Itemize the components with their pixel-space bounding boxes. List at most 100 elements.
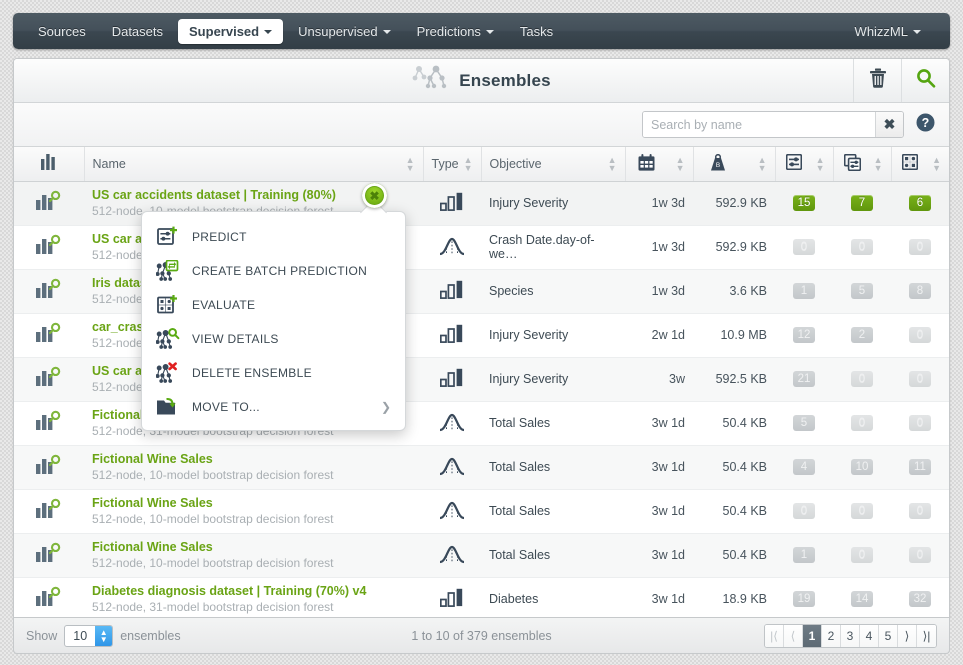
row-type-cell (423, 313, 481, 358)
page-5[interactable]: 5 (879, 624, 898, 647)
row-type-cell (423, 225, 481, 270)
row-name[interactable]: Fictional Wine Sales (92, 496, 415, 511)
classification-icon (439, 192, 464, 214)
table-row[interactable]: Fictional Wine Sales 512-node, 10-model b… (14, 533, 949, 578)
status-badge[interactable]: 5 (851, 283, 873, 299)
status-badge[interactable]: 19 (792, 591, 816, 607)
row-name-cell[interactable]: Fictional Wine Sales 512-node, 10-model b… (84, 489, 423, 534)
status-badge[interactable]: 12 (792, 327, 816, 343)
nav-item-unsupervised[interactable]: Unsupervised (287, 19, 402, 44)
column-header-evaluations[interactable]: ▲ ▼ (891, 147, 949, 182)
page-1[interactable]: 1 (803, 624, 822, 647)
row-objective-cell: Injury Severity (481, 313, 625, 358)
menu-item-delete-ensemble[interactable]: DELETE ENSEMBLE (142, 356, 405, 390)
row-icon-cell[interactable] (14, 181, 84, 226)
search-row: ✖ ? (14, 103, 949, 147)
status-badge[interactable]: 0 (909, 547, 931, 563)
column-header-name[interactable]: Name ▲ ▼ (84, 147, 424, 182)
status-badge[interactable]: 21 (792, 371, 816, 387)
first-page[interactable]: |⟨ (765, 624, 784, 647)
column-header-size[interactable]: B ▲ ▼ (693, 147, 776, 182)
status-badge[interactable]: 0 (793, 239, 815, 255)
status-badge[interactable]: 0 (851, 547, 873, 563)
page-4[interactable]: 4 (860, 624, 879, 647)
status-badge[interactable]: 0 (851, 239, 873, 255)
column-header-objective[interactable]: Objective ▲ ▼ (481, 147, 626, 182)
prev-page[interactable]: ⟨ (784, 624, 803, 647)
search-toggle-button[interactable] (901, 59, 949, 102)
row-icon-cell[interactable] (14, 445, 84, 490)
table-row[interactable]: Diabetes diagnosis dataset | Training (7… (14, 577, 949, 617)
menu-item-create-batch-prediction[interactable]: CREATE BATCH PREDICTION (142, 254, 405, 288)
nav-item-supervised[interactable]: Supervised (178, 18, 284, 44)
row-icon-cell[interactable] (14, 225, 84, 270)
column-header-predictions[interactable]: ▲ ▼ (775, 147, 834, 182)
nav-item-datasets[interactable]: Datasets (101, 19, 174, 44)
status-badge[interactable]: 2 (851, 327, 873, 343)
column-header-batch[interactable]: ▲ ▼ (833, 147, 892, 182)
status-badge[interactable]: 0 (909, 503, 931, 519)
row-name-cell[interactable]: Fictional Wine Sales 512-node, 10-model b… (84, 445, 423, 490)
status-badge[interactable]: 0 (909, 327, 931, 343)
status-badge[interactable]: 4 (793, 459, 815, 475)
row-predictions-cell: 0 (775, 489, 833, 534)
status-badge[interactable]: 14 (850, 591, 874, 607)
search-input[interactable] (643, 112, 875, 137)
close-icon[interactable]: ✖ (362, 183, 387, 208)
status-badge[interactable]: 8 (909, 283, 931, 299)
last-page[interactable]: ⟩| (917, 624, 936, 647)
ensemble-row-icon (35, 498, 63, 525)
nav-item-tasks[interactable]: Tasks (509, 19, 564, 44)
page-3[interactable]: 3 (841, 624, 860, 647)
status-badge[interactable]: 0 (909, 239, 931, 255)
menu-item-evaluate[interactable]: EVALUATE (142, 288, 405, 322)
status-badge[interactable]: 0 (851, 415, 873, 431)
status-badge[interactable]: 1 (793, 547, 815, 563)
row-icon-cell[interactable] (14, 269, 84, 314)
help-icon[interactable]: ? (916, 113, 935, 137)
row-icon-cell[interactable] (14, 401, 84, 446)
row-predictions-cell: 1 (775, 269, 833, 314)
row-name-cell[interactable]: Diabetes diagnosis dataset | Training (7… (84, 577, 423, 617)
row-name[interactable]: Fictional Wine Sales (92, 452, 415, 467)
status-badge[interactable]: 5 (793, 415, 815, 431)
status-badge[interactable]: 32 (908, 591, 932, 607)
status-badge[interactable]: 0 (909, 371, 931, 387)
menu-item-move-to[interactable]: MOVE TO... ❯ (142, 390, 405, 424)
delete-button[interactable] (853, 59, 901, 102)
status-badge[interactable]: 0 (793, 503, 815, 519)
status-badge[interactable]: 15 (792, 195, 816, 211)
row-icon-cell[interactable] (14, 577, 84, 617)
nav-item-sources[interactable]: Sources (27, 19, 97, 44)
row-icon-cell[interactable] (14, 489, 84, 534)
nav-item-predictions[interactable]: Predictions (406, 19, 505, 44)
sort-icon: ▲ ▼ (463, 154, 473, 173)
menu-item-predict[interactable]: PREDICT (142, 220, 405, 254)
row-icon-cell[interactable] (14, 533, 84, 578)
column-header-type[interactable]: Type ▲ ▼ (423, 147, 482, 182)
column-header-chart[interactable] (14, 147, 85, 182)
status-badge[interactable]: 11 (909, 459, 931, 475)
table-row[interactable]: Fictional Wine Sales 512-node, 10-model b… (14, 489, 949, 534)
page-size-select[interactable]: 10 ▲ ▼ (64, 624, 114, 647)
nav-item-whizzml[interactable]: WhizzML (844, 19, 932, 44)
status-badge[interactable]: 0 (851, 503, 873, 519)
stepper-icon[interactable]: ▲ ▼ (95, 625, 113, 646)
status-badge[interactable]: 0 (851, 371, 873, 387)
clear-icon[interactable]: ✖ (875, 112, 903, 137)
status-badge[interactable]: 10 (850, 459, 874, 475)
page-2[interactable]: 2 (822, 624, 841, 647)
status-badge[interactable]: 6 (909, 195, 931, 211)
row-icon-cell[interactable] (14, 357, 84, 402)
table-row[interactable]: Fictional Wine Sales 512-node, 10-model b… (14, 445, 949, 490)
column-header-age[interactable]: ▲ ▼ (625, 147, 694, 182)
row-name[interactable]: Fictional Wine Sales (92, 540, 415, 555)
row-icon-cell[interactable] (14, 313, 84, 358)
row-name-cell[interactable]: Fictional Wine Sales 512-node, 10-model b… (84, 533, 423, 578)
status-badge[interactable]: 1 (793, 283, 815, 299)
menu-item-view-details[interactable]: VIEW DETAILS (142, 322, 405, 356)
status-badge[interactable]: 0 (909, 415, 931, 431)
row-name[interactable]: Diabetes diagnosis dataset | Training (7… (92, 584, 415, 599)
next-page[interactable]: ⟩ (898, 624, 917, 647)
status-badge[interactable]: 7 (851, 195, 873, 211)
